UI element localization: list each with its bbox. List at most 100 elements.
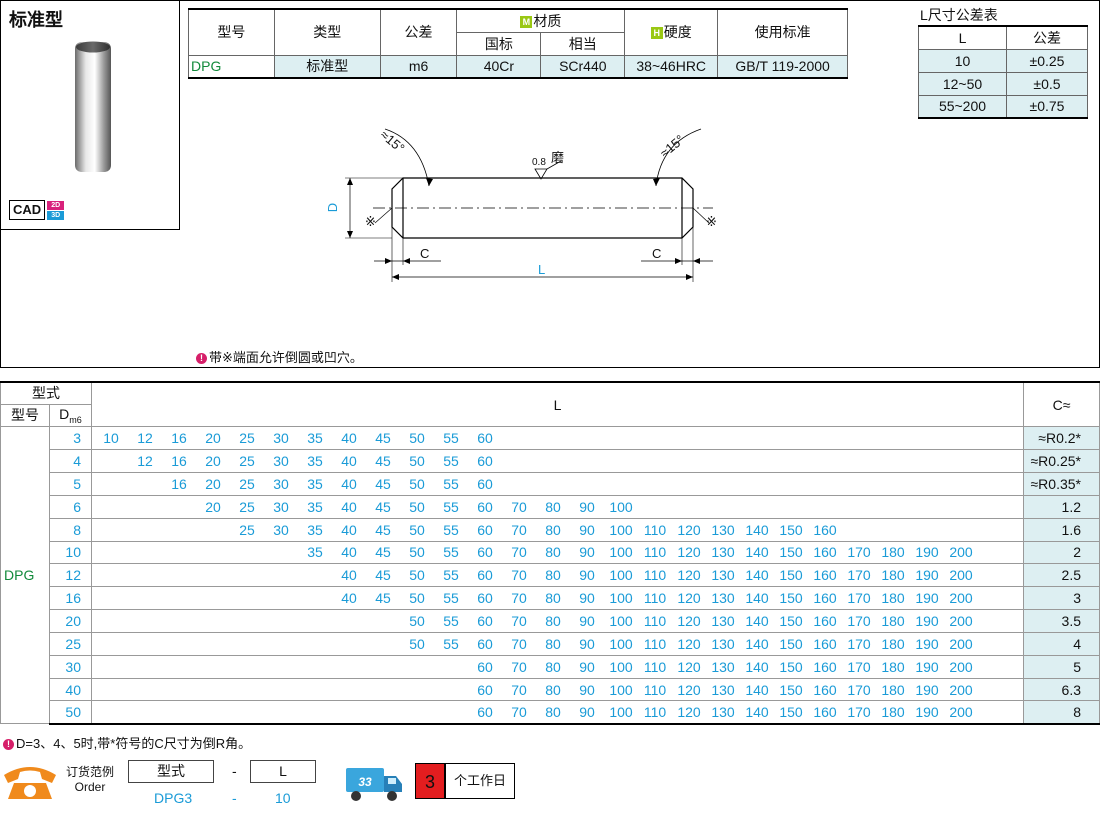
order-dash-top: - <box>232 763 237 779</box>
l-value: 35 <box>307 544 323 561</box>
table-row: 40 60 70 80 90 100 110 120 130 140 150 160 170 180 190… <box>1 677 1100 702</box>
l-value: 110 <box>643 681 667 698</box>
l-value: 150 <box>779 658 803 675</box>
grind-label: 磨 <box>551 150 565 165</box>
l-values-cell: 35 40 45 50 55 60 70 80 90 100 110 120 130 140 150 160 1… <box>91 540 1024 565</box>
l-value: 180 <box>881 590 905 607</box>
l-value: 40 <box>341 521 357 538</box>
c-cell: 3 <box>1023 586 1100 611</box>
l-value: 25 <box>239 475 255 492</box>
size-header-l: L <box>91 381 1024 428</box>
l-value: 20 <box>205 453 221 470</box>
l-value: 150 <box>779 635 803 652</box>
l-value: 100 <box>609 567 633 584</box>
l-values-cell: 16 20 25 30 35 40 45 50 55 60 <box>91 472 1024 496</box>
c-cell: ≈R0.2* <box>1023 426 1100 451</box>
l-value: 100 <box>609 681 633 698</box>
l-value: 30 <box>273 453 289 470</box>
l-value: 90 <box>579 590 595 607</box>
l-value: 25 <box>239 521 255 538</box>
warning-icon: ! <box>196 353 207 364</box>
l-value: 60 <box>477 498 493 515</box>
l-value: 100 <box>609 613 633 630</box>
l-value: 200 <box>949 613 973 630</box>
l-value: 140 <box>745 635 769 652</box>
l-value: 60 <box>477 475 493 492</box>
l-value: 130 <box>711 544 735 561</box>
l-values-cell: 40 45 50 55 60 70 80 90 100 110 120 130 140 150 160 170… <box>91 586 1024 611</box>
l-value: 55 <box>443 430 459 447</box>
l-value: 200 <box>949 658 973 675</box>
l-value: 190 <box>915 544 939 561</box>
l-value: 170 <box>847 567 871 584</box>
size-table: 型式 L C≈ 型号 Dm6 DPG 3 10 12 16 20 25 30 35 40 45 50 5… <box>0 381 1100 725</box>
table-row: 50 60 70 80 90 100 110 120 130 140 150 160 170 180 190… <box>1 700 1100 725</box>
mark-right: ※ <box>706 214 717 229</box>
l-value: 190 <box>915 590 939 607</box>
warning-icon: ! <box>3 739 14 750</box>
l-value: 140 <box>745 658 769 675</box>
l-value: 180 <box>881 681 905 698</box>
l-value: 55 <box>443 635 459 652</box>
l-value: 100 <box>609 704 633 721</box>
l-value: 70 <box>511 521 527 538</box>
l-value: 12 <box>137 453 153 470</box>
l-value: 80 <box>545 635 561 652</box>
l-value: 170 <box>847 658 871 675</box>
l-values-cell: 50 55 60 70 80 90 100 110 120 130 140 150 160 170 180 1… <box>91 631 1024 656</box>
l-value: 170 <box>847 635 871 652</box>
c-cell: ≈R0.25* <box>1023 449 1100 474</box>
l-value: 45 <box>375 544 391 561</box>
l-value: 170 <box>847 681 871 698</box>
l-values-cell: 25 30 35 40 45 50 55 60 70 80 90 100 110 120 130 140 150… <box>91 517 1024 542</box>
l-value: 45 <box>375 475 391 492</box>
l-value: 180 <box>881 658 905 675</box>
d-cell: 50 <box>49 700 92 725</box>
end-face-note: ! 带※端面允许倒圆或凹穴。 <box>196 347 363 366</box>
l-value: 50 <box>409 613 425 630</box>
l-value: 80 <box>545 521 561 538</box>
l-value: 55 <box>443 453 459 470</box>
l-value: 190 <box>915 635 939 652</box>
note2-text: D=3、4、5时,带*符号的C尺寸为倒R角。 <box>16 736 252 751</box>
l-value: 50 <box>409 521 425 538</box>
l-value: 200 <box>949 544 973 561</box>
table-row: 5 16 20 25 30 35 40 45 50 55 60 ≈R0.35* <box>1 472 1100 496</box>
l-value: 170 <box>847 544 871 561</box>
l-values-cell: 20 25 30 35 40 45 50 55 60 70 80 90 100 <box>91 494 1024 519</box>
l-value: 120 <box>677 658 701 675</box>
d-cell: 8 <box>49 517 92 542</box>
l-value: 55 <box>443 590 459 607</box>
l-value: 80 <box>545 681 561 698</box>
l-value: 35 <box>307 475 323 492</box>
l-value: 90 <box>579 498 595 515</box>
l-value: 140 <box>745 613 769 630</box>
l-value: 100 <box>609 590 633 607</box>
l-value: 60 <box>477 590 493 607</box>
l-value: 140 <box>745 704 769 721</box>
l-value: 12 <box>137 430 153 447</box>
note1-text: 带※端面允许倒圆或凹穴。 <box>209 350 363 365</box>
l-value: 40 <box>341 453 357 470</box>
l-value: 100 <box>609 498 633 515</box>
l-value: 180 <box>881 567 905 584</box>
l-value: 40 <box>341 567 357 584</box>
order-example: 订货范例 Order 型式 - L DPG3 - 10 33 3 个工作日 <box>0 757 600 817</box>
r-corner-note: ! D=3、4、5时,带*符号的C尺寸为倒R角。 <box>3 733 251 752</box>
l-value: 25 <box>239 498 255 515</box>
l-value: 60 <box>477 544 493 561</box>
l-value: 90 <box>579 635 595 652</box>
l-value: 60 <box>477 658 493 675</box>
table-row: 4 12 16 20 25 30 35 40 45 50 55 60 ≈R0.25* <box>1 449 1100 474</box>
l-value: 110 <box>643 658 667 675</box>
l-value: 60 <box>477 635 493 652</box>
l-value: 110 <box>643 590 667 607</box>
order-l-value: 10 <box>275 790 291 806</box>
l-values-cell: 60 70 80 90 100 110 120 130 140 150 160 170 180 190 20… <box>91 654 1024 679</box>
model-cell: DPG <box>0 426 50 725</box>
l-value: 180 <box>881 613 905 630</box>
d-cell: 20 <box>49 609 92 633</box>
l-value: 170 <box>847 613 871 630</box>
l-value: 60 <box>477 704 493 721</box>
l-value: 20 <box>205 430 221 447</box>
